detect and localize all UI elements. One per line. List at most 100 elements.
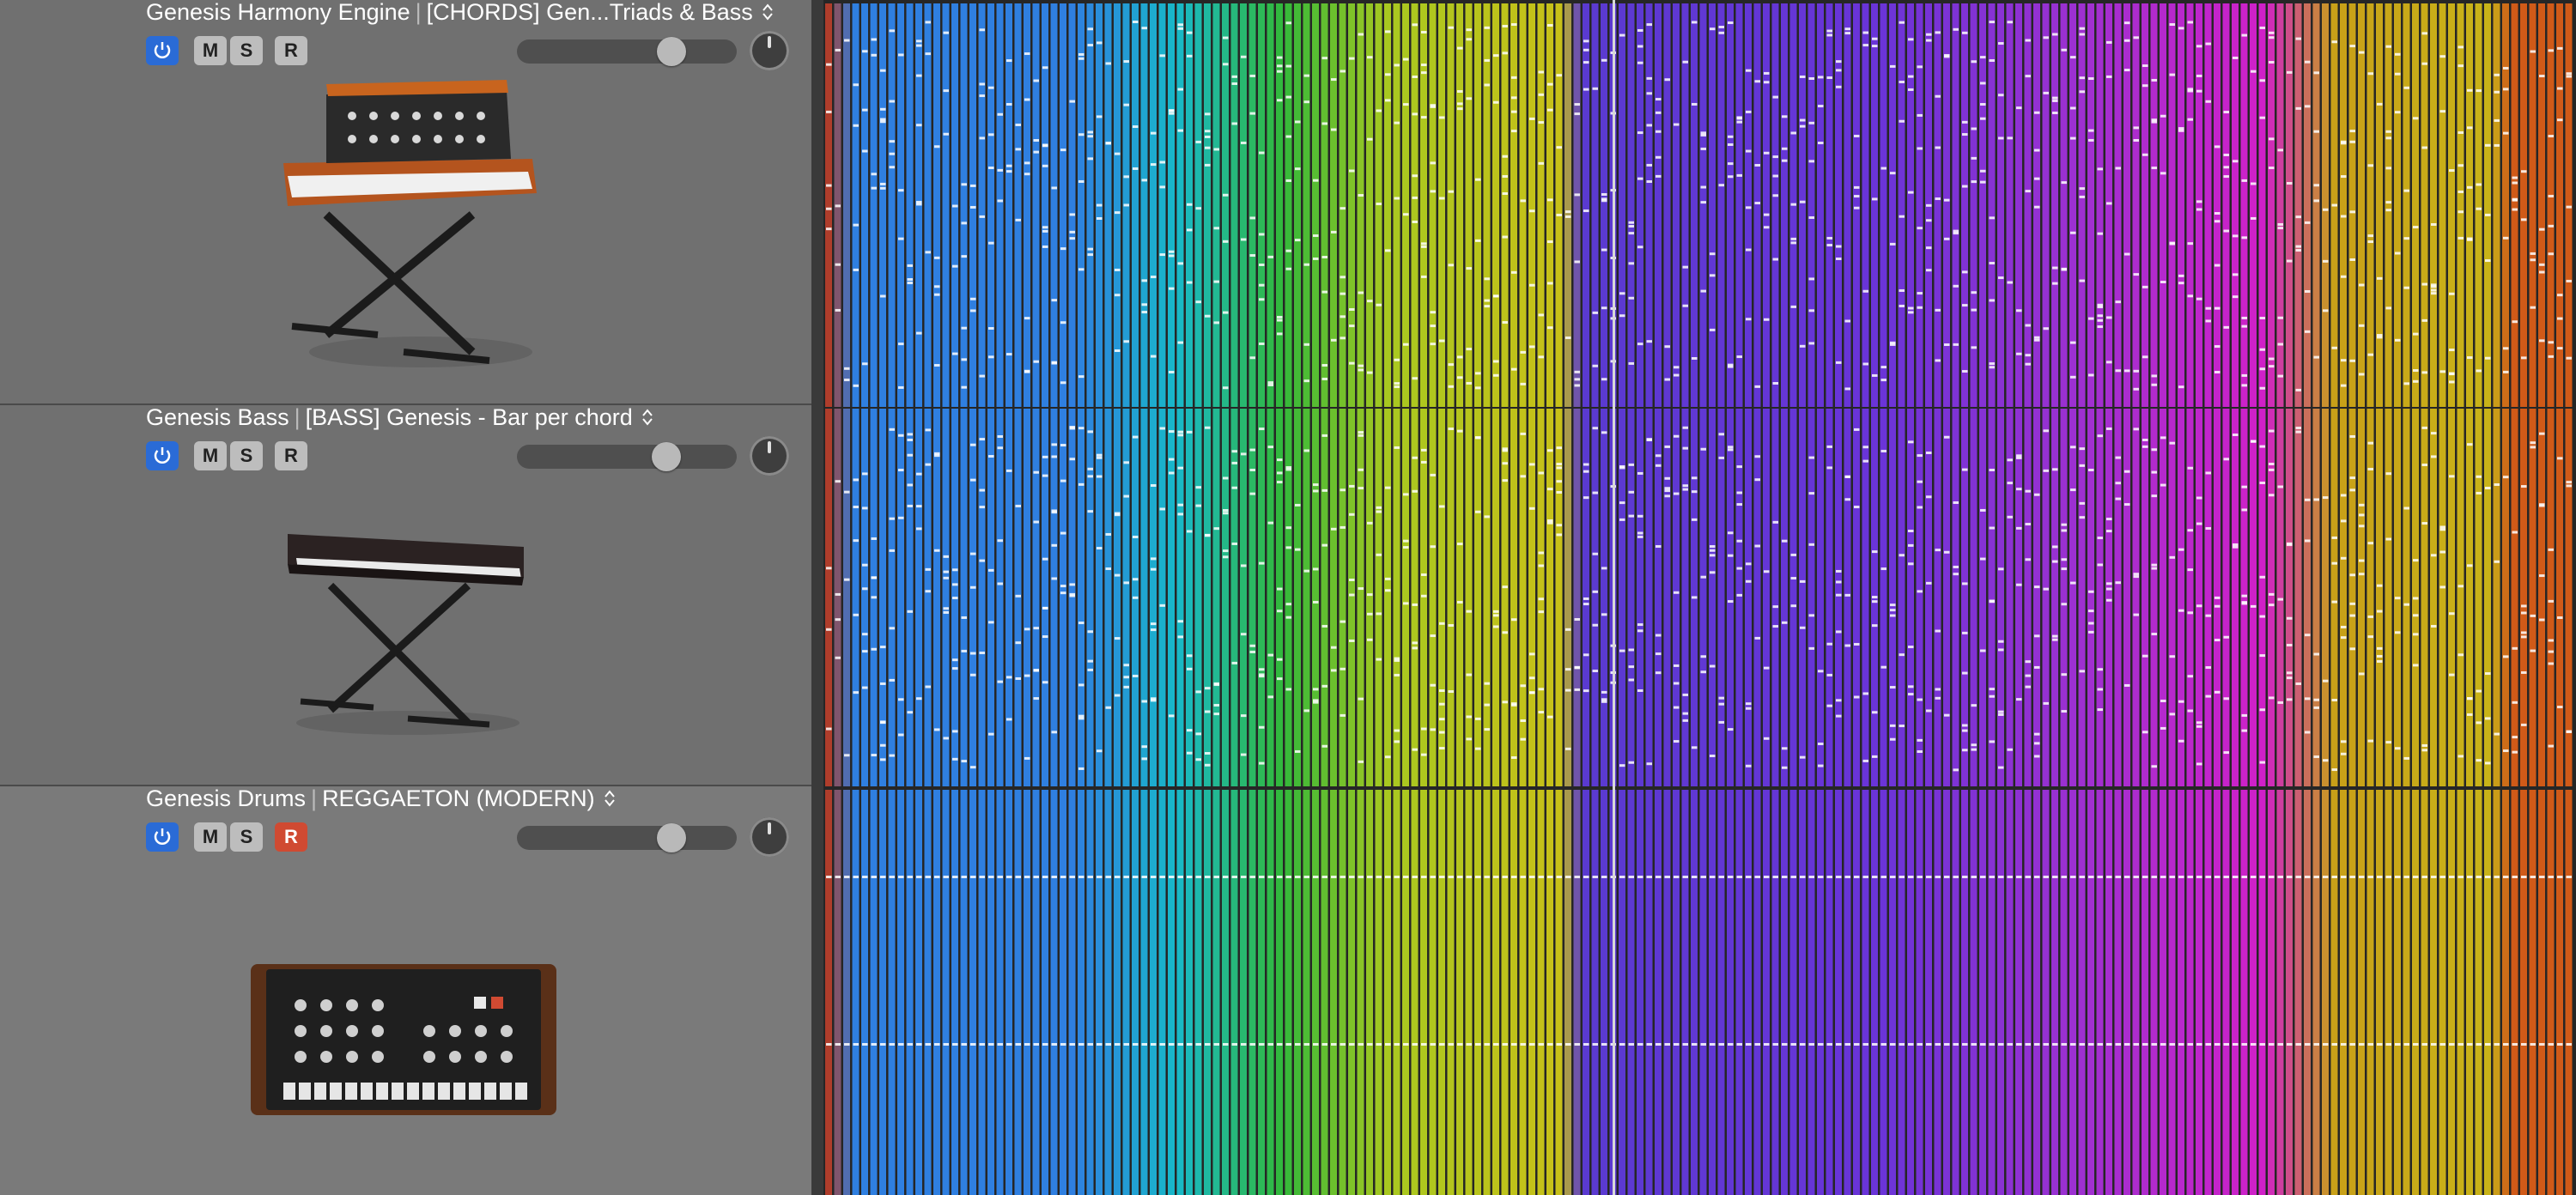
midi-region[interactable] xyxy=(1555,790,1563,1195)
midi-region[interactable] xyxy=(1366,409,1373,786)
midi-region[interactable] xyxy=(1140,409,1148,786)
midi-region[interactable] xyxy=(2403,3,2410,407)
midi-region[interactable] xyxy=(1230,790,1238,1195)
midi-region[interactable] xyxy=(2196,3,2202,407)
midi-region[interactable] xyxy=(1853,790,1860,1195)
midi-region[interactable] xyxy=(1150,409,1157,786)
midi-region[interactable] xyxy=(2493,790,2500,1195)
midi-region[interactable] xyxy=(2160,409,2166,786)
midi-region[interactable] xyxy=(2123,790,2130,1195)
midi-region[interactable] xyxy=(2168,409,2176,786)
midi-region[interactable] xyxy=(1276,3,1283,407)
solo-button[interactable]: S xyxy=(230,441,263,470)
midi-region[interactable] xyxy=(2042,790,2050,1195)
midi-region[interactable] xyxy=(2006,3,2014,407)
midi-region[interactable] xyxy=(2096,3,2104,407)
midi-region[interactable] xyxy=(1140,3,1148,407)
midi-region[interactable] xyxy=(825,790,832,1195)
midi-region[interactable] xyxy=(2114,3,2122,407)
midi-region[interactable] xyxy=(2348,790,2356,1195)
midi-region[interactable] xyxy=(1880,790,1887,1195)
midi-region[interactable] xyxy=(906,3,914,407)
midi-region[interactable] xyxy=(1745,409,1752,786)
midi-region[interactable] xyxy=(942,409,950,786)
midi-region[interactable] xyxy=(1096,790,1103,1195)
midi-region[interactable] xyxy=(2493,3,2500,407)
midi-region[interactable] xyxy=(2538,790,2545,1195)
midi-region[interactable] xyxy=(2142,790,2148,1195)
midi-region[interactable] xyxy=(2250,3,2257,407)
midi-region[interactable] xyxy=(2322,790,2329,1195)
midi-region[interactable] xyxy=(1817,3,1824,407)
midi-region[interactable] xyxy=(1294,790,1301,1195)
midi-region[interactable] xyxy=(2024,790,2032,1195)
midi-region[interactable] xyxy=(1844,409,1851,786)
midi-region[interactable] xyxy=(2286,3,2293,407)
midi-region[interactable] xyxy=(1988,790,1996,1195)
midi-region[interactable] xyxy=(2502,790,2509,1195)
midi-region[interactable] xyxy=(834,409,841,786)
midi-region[interactable] xyxy=(1240,3,1247,407)
midi-region[interactable] xyxy=(1952,409,1959,786)
midi-region[interactable] xyxy=(1276,409,1283,786)
midi-region[interactable] xyxy=(2096,409,2104,786)
midi-region[interactable] xyxy=(1835,409,1842,786)
midi-region[interactable] xyxy=(1807,409,1815,786)
midi-region[interactable] xyxy=(1546,790,1553,1195)
midi-region[interactable] xyxy=(1339,3,1346,407)
midi-region[interactable] xyxy=(960,3,968,407)
midi-region[interactable] xyxy=(2511,409,2518,786)
midi-region[interactable] xyxy=(2232,409,2239,786)
midi-region[interactable] xyxy=(2078,790,2086,1195)
midi-region[interactable] xyxy=(1005,790,1012,1195)
mute-button[interactable]: M xyxy=(194,822,227,852)
midi-region[interactable] xyxy=(2565,3,2573,407)
midi-region[interactable] xyxy=(2105,3,2112,407)
midi-region[interactable] xyxy=(1330,790,1337,1195)
midi-region[interactable] xyxy=(1240,409,1247,786)
midi-region[interactable] xyxy=(888,3,896,407)
midi-region[interactable] xyxy=(1835,790,1842,1195)
midi-region[interactable] xyxy=(1086,409,1094,786)
midi-region[interactable] xyxy=(1348,3,1355,407)
midi-region[interactable] xyxy=(978,3,986,407)
midi-region[interactable] xyxy=(1871,3,1878,407)
midi-region[interactable] xyxy=(2484,3,2491,407)
solo-button[interactable]: S xyxy=(230,822,263,852)
midi-region[interactable] xyxy=(1546,409,1553,786)
midi-region[interactable] xyxy=(2529,409,2537,786)
midi-region[interactable] xyxy=(2448,790,2455,1195)
midi-region[interactable] xyxy=(2457,409,2464,786)
midi-region[interactable] xyxy=(1898,409,1905,786)
midi-region[interactable] xyxy=(2457,790,2464,1195)
midi-region[interactable] xyxy=(834,790,841,1195)
midi-region[interactable] xyxy=(1943,3,1950,407)
midi-region[interactable] xyxy=(1456,3,1463,407)
midi-region[interactable] xyxy=(2060,409,2068,786)
midi-region[interactable] xyxy=(2502,3,2509,407)
midi-region[interactable] xyxy=(1230,3,1238,407)
midi-region[interactable] xyxy=(1465,3,1473,407)
midi-region[interactable] xyxy=(1753,409,1761,786)
midi-region[interactable] xyxy=(1122,790,1130,1195)
midi-region[interactable] xyxy=(1907,409,1914,786)
midi-region[interactable] xyxy=(1456,790,1463,1195)
midi-region[interactable] xyxy=(942,3,950,407)
midi-region[interactable] xyxy=(1222,409,1229,786)
midi-region[interactable] xyxy=(1781,3,1788,407)
midi-region[interactable] xyxy=(1753,790,1761,1195)
midi-region[interactable] xyxy=(2114,409,2122,786)
record-enable-button[interactable]: R xyxy=(275,36,307,65)
midi-region[interactable] xyxy=(1871,790,1878,1195)
midi-region[interactable] xyxy=(1619,3,1625,407)
midi-region[interactable] xyxy=(1952,3,1959,407)
midi-region[interactable] xyxy=(2051,3,2058,407)
midi-region[interactable] xyxy=(1375,409,1382,786)
midi-region[interactable] xyxy=(2033,3,2040,407)
midi-region[interactable] xyxy=(1150,3,1157,407)
midi-region[interactable] xyxy=(1249,790,1256,1195)
midi-region[interactable] xyxy=(2556,409,2563,786)
midi-region[interactable] xyxy=(2114,790,2122,1195)
midi-region[interactable] xyxy=(1735,409,1743,786)
midi-region[interactable] xyxy=(1212,790,1220,1195)
